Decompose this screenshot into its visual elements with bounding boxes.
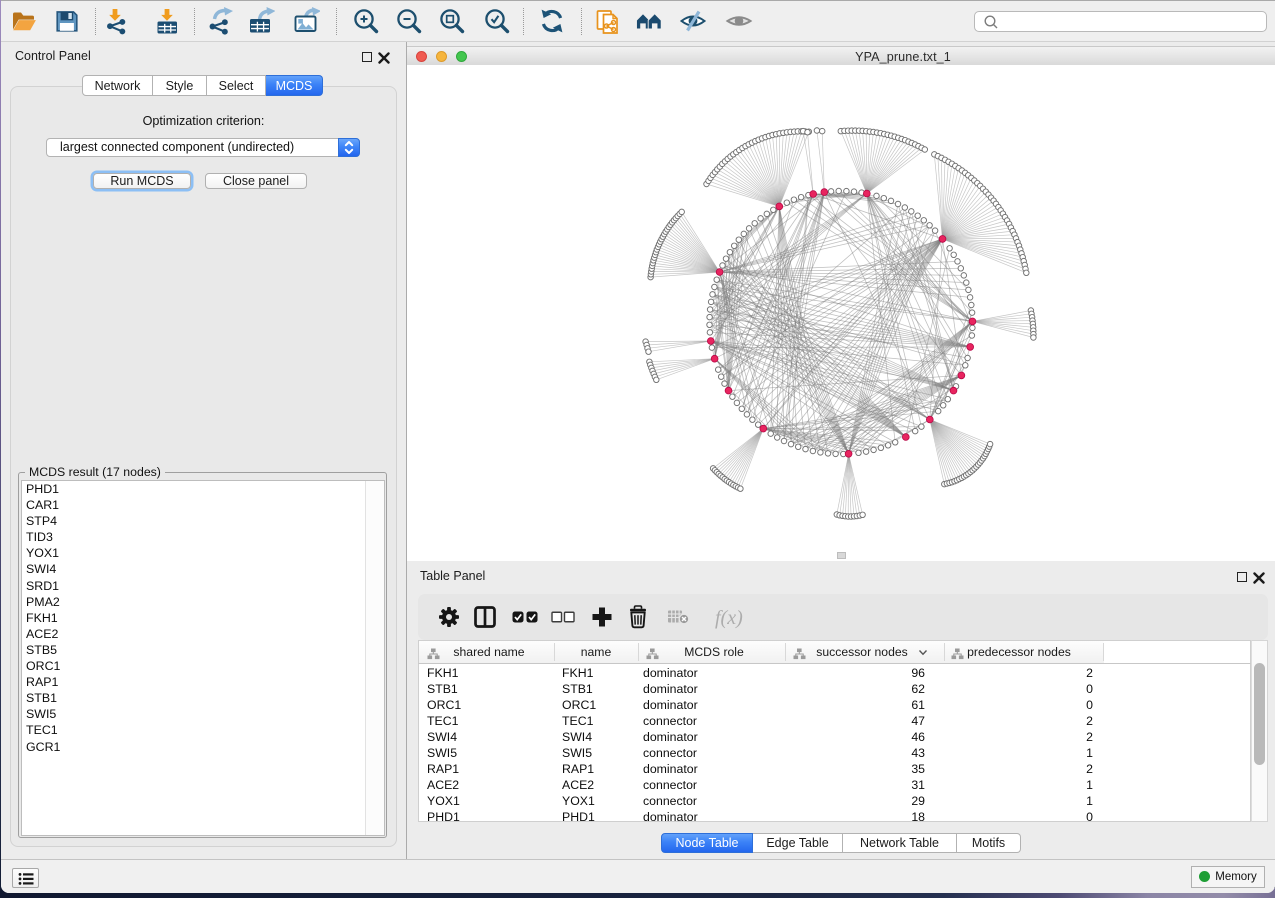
svg-text:f(x): f(x) (715, 607, 743, 629)
